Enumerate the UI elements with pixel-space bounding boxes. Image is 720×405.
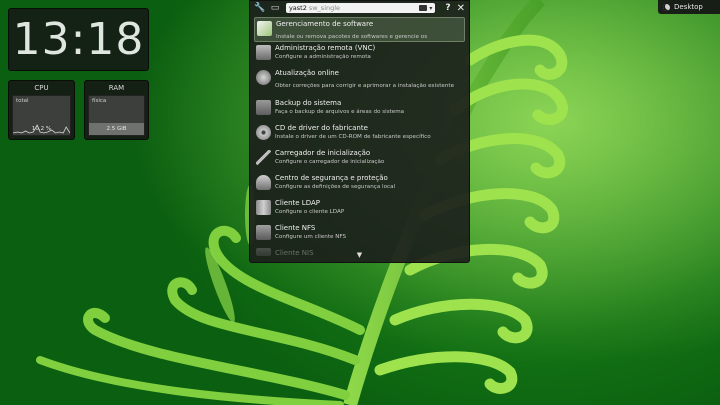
- ram-monitor-widget[interactable]: RAM física 2.5 GiB: [84, 80, 149, 140]
- item-desc: Configure o cliente LDAP: [275, 209, 345, 215]
- cd-icon: [256, 125, 271, 140]
- item-name: Cliente NFS: [275, 224, 316, 232]
- cpu-monitor-widget[interactable]: CPU total 10.2 %: [8, 80, 75, 140]
- chevron-down-icon[interactable]: ▾: [429, 5, 432, 12]
- digital-clock-widget[interactable]: 13:18: [8, 8, 149, 71]
- item-name: Atualização online: [275, 69, 339, 77]
- item-desc: Obter correções para corrigir e aprimora…: [275, 83, 455, 89]
- item-desc: Configure o carregador de inicialização: [275, 159, 385, 165]
- backup-icon: [256, 100, 271, 115]
- moon-icon: [663, 3, 670, 11]
- list-item-nfs-client[interactable]: Cliente NFS Configure um cliente NFS: [254, 222, 465, 247]
- item-name: Cliente LDAP: [275, 199, 320, 207]
- yast-launcher-popup[interactable]: 🔧 ▭ yast2 sw_single ▾ ? ✕ Gerenciamento …: [249, 0, 470, 263]
- software-management-icon: [257, 21, 272, 36]
- list-item-remote-admin[interactable]: Administração remota (VNC) Configure a ad…: [254, 42, 465, 67]
- item-desc: Faça o backup de arquivos e áreas do sis…: [275, 109, 405, 115]
- online-update-icon: [256, 70, 271, 85]
- item-name: Backup do sistema: [275, 99, 342, 107]
- cpu-value: 10.2 %: [31, 126, 52, 132]
- scroll-down-indicator[interactable]: ▼: [254, 251, 465, 259]
- help-button[interactable]: ?: [445, 3, 450, 13]
- list-item-online-update[interactable]: Atualização online Obter correções para c…: [254, 67, 465, 97]
- ram-value: 2.5 GiB: [106, 126, 127, 132]
- item-name: Gerenciamento de software: [276, 20, 374, 28]
- list-item-vendor-driver-cd[interactable]: CD de driver do fabricante Instale o driv…: [254, 122, 465, 147]
- item-desc: Configure a administração remota: [275, 54, 371, 60]
- item-name: CD de driver do fabricante: [275, 124, 368, 132]
- ldap-client-icon: [256, 200, 271, 215]
- search-placeholder: sw_single: [308, 4, 341, 12]
- item-desc: Configure as definições de segurança loc…: [275, 184, 396, 190]
- item-desc: Configure um cliente NFS: [275, 234, 347, 240]
- nfs-client-icon: [256, 225, 271, 240]
- item-name: Centro de segurança e proteção: [275, 174, 388, 182]
- list-item-system-backup[interactable]: Backup do sistema Faça o backup de arquiv…: [254, 97, 465, 122]
- item-name: Administração remota (VNC): [275, 44, 376, 52]
- item-desc: Instale o driver de um CD-ROM de fabrica…: [275, 134, 431, 140]
- desktop-toolbox-button[interactable]: Desktop: [658, 0, 720, 14]
- cpu-series-label: total: [16, 98, 29, 104]
- ram-monitor-title: RAM: [108, 84, 125, 92]
- security-icon: [256, 175, 271, 190]
- item-desc: Instale ou remova pacotes de softwares e…: [276, 34, 428, 40]
- list-item-ldap-client[interactable]: Cliente LDAP Configure o cliente LDAP: [254, 197, 465, 222]
- cpu-graph: total 10.2 %: [12, 95, 71, 136]
- list-item-security-center[interactable]: Centro de segurança e proteção Configure …: [254, 172, 465, 197]
- clock-time: 13:18: [12, 14, 145, 65]
- wrench-icon[interactable]: 🔧: [254, 3, 265, 13]
- cpu-monitor-title: CPU: [34, 84, 49, 92]
- list-item-boot-loader[interactable]: Carregador de inicialização Configure o c…: [254, 147, 465, 172]
- clear-search-icon[interactable]: [419, 5, 428, 11]
- search-term: yast2: [288, 4, 307, 12]
- window-icon[interactable]: ▭: [270, 3, 280, 13]
- desktop-button-label: Desktop: [674, 3, 703, 11]
- ram-graph: física 2.5 GiB: [88, 95, 145, 136]
- list-item-software-management[interactable]: Gerenciamento de software Instale ou remo…: [254, 17, 465, 42]
- item-name: Carregador de inicialização: [275, 149, 371, 157]
- boot-loader-icon: [256, 150, 271, 165]
- launcher-results-list: Gerenciamento de software Instale ou remo…: [254, 17, 465, 262]
- ram-series-label: física: [92, 98, 107, 104]
- close-button[interactable]: ✕: [457, 3, 465, 14]
- monitor-icon: [256, 45, 271, 60]
- search-input[interactable]: yast2 sw_single ▾: [285, 3, 436, 13]
- launcher-toolbar: 🔧 ▭ yast2 sw_single ▾ ? ✕: [250, 1, 469, 15]
